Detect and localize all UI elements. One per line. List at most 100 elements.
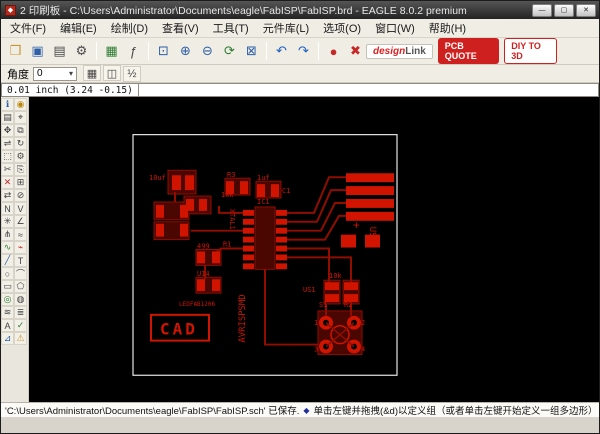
smd-pad[interactable] [156,204,164,218]
grid-button[interactable]: ▦ [83,65,101,82]
smd-pad[interactable] [199,198,207,211]
smd-pad[interactable] [243,236,254,243]
delete-tool[interactable]: ✕ [1,176,14,189]
menu-file[interactable]: 文件(F) [3,19,53,37]
smd-pad[interactable] [243,263,254,270]
rotate-tool[interactable]: ↻ [14,137,27,150]
signal-tool[interactable]: ≋ [1,306,14,319]
menu-library[interactable]: 元件库(L) [256,19,316,37]
angle-dropdown[interactable]: 0 ▾ [33,66,77,81]
circle-tool[interactable]: ○ [1,267,14,280]
change-tool[interactable]: ⚙ [14,150,27,163]
smd-pad[interactable] [243,218,254,225]
smd-pad[interactable] [180,223,188,237]
cut-tool[interactable]: ✂ [1,163,14,176]
smd-pad[interactable] [243,245,254,252]
rect-tool[interactable]: ▭ [1,280,14,293]
smd-pad[interactable] [257,184,265,198]
add-tool[interactable]: ⊞ [14,176,27,189]
move-tool[interactable]: ✥ [1,124,14,137]
mark-tool[interactable]: ⌖ [14,111,27,124]
value-tool[interactable]: V [14,202,27,215]
menu-tools[interactable]: 工具(T) [206,19,256,37]
cam-icon[interactable]: ⚙ [71,41,92,61]
smd-pad[interactable] [344,282,358,291]
via-tool[interactable]: ◎ [1,293,14,306]
smd-pad[interactable] [276,254,287,261]
zoom-select-icon[interactable]: ⊠ [241,41,262,61]
smd-pad[interactable] [276,227,287,234]
zoom-out-icon[interactable]: ⊖ [197,41,218,61]
smd-pad[interactable] [276,245,287,252]
smd-pad[interactable] [197,251,205,264]
zoom-redraw-icon[interactable]: ⟳ [219,41,240,61]
menu-view[interactable]: 查看(V) [155,19,206,37]
copper-trace[interactable] [281,214,346,241]
smd-pad[interactable] [185,175,194,191]
paste-tool[interactable]: ⎘ [14,163,27,176]
board-canvas[interactable]: CAD 10uf R3 10k 1uf C1 IC1 XTAL1 499 R1 U14 LEDFAB1… [29,97,599,402]
smd-pad[interactable] [243,209,254,216]
name-tool[interactable]: N [1,202,14,215]
pcb-quote-button[interactable]: PCB QUOTE [437,38,500,64]
menu-draw[interactable]: 绘制(D) [104,19,155,37]
auto-tool[interactable]: A [1,319,14,332]
component-body[interactable] [254,206,276,270]
info-tool[interactable]: ℹ [1,98,14,111]
text-tool[interactable]: T [14,254,27,267]
group-tool[interactable]: ⬚ [1,150,14,163]
hole-tool[interactable]: ◍ [14,293,27,306]
smd-pad[interactable] [325,282,339,291]
smd-pad[interactable] [243,254,254,261]
undo-icon[interactable]: ↶ [271,41,292,61]
split-tool[interactable]: ⋔ [1,228,14,241]
zoom-in-icon[interactable]: ⊕ [175,41,196,61]
run-ulp-icon[interactable]: ƒ [123,41,144,61]
smd-pad[interactable] [212,251,220,264]
wire-tool[interactable]: ╱ [1,254,14,267]
smd-pad[interactable] [341,234,356,248]
menu-edit[interactable]: 编辑(E) [53,19,104,37]
command-input[interactable] [138,83,599,97]
board-schematic-icon[interactable]: ▦ [101,41,122,61]
cancel-icon[interactable]: ✖ [345,41,366,61]
ripup-tool[interactable]: ⌁ [14,241,27,254]
save-icon[interactable]: ▣ [27,41,48,61]
redo-icon[interactable]: ↷ [293,41,314,61]
smd-pad[interactable] [276,236,287,243]
drc-tool[interactable]: ⊿ [1,332,14,345]
open-icon[interactable]: ❒ [5,41,26,61]
mirror-button[interactable]: ◫ [103,65,121,82]
lock-tool[interactable]: ⊘ [14,189,27,202]
copy-tool[interactable]: ⧉ [14,124,27,137]
smd-pad[interactable] [186,198,194,211]
print-icon[interactable]: ▤ [49,41,70,61]
diy-to-3d-button[interactable]: DIY TO 3D [504,38,557,64]
optimize-tool[interactable]: ≈ [14,228,27,241]
designlink-button[interactable]: designLink [366,43,433,59]
copper-trace[interactable] [281,189,346,223]
smash-tool[interactable]: ✳ [1,215,14,228]
display-tool[interactable]: ▤ [1,111,14,124]
errors-tool[interactable]: ⚠ [14,332,27,345]
smd-pad[interactable] [240,181,248,195]
minimize-button[interactable]: — [532,3,552,17]
copper-trace[interactable] [281,247,330,283]
maximize-button[interactable]: ▢ [554,3,574,17]
smd-pad[interactable] [197,279,205,292]
ratsnest-tool[interactable]: ≣ [14,306,27,319]
close-button[interactable]: ✕ [576,3,596,17]
smd-pad[interactable] [276,218,287,225]
miter-tool[interactable]: ∠ [14,215,27,228]
copper-trace[interactable] [281,176,346,214]
smd-pad[interactable] [271,184,279,198]
smd-pad[interactable] [276,263,287,270]
route-tool[interactable]: ∿ [1,241,14,254]
stop-icon[interactable]: ● [323,41,344,61]
copper-trace[interactable] [281,201,346,232]
smd-pad[interactable] [346,186,394,196]
smd-pad[interactable] [346,173,394,183]
menu-help[interactable]: 帮助(H) [422,19,473,37]
smd-pad[interactable] [212,279,220,292]
erc-tool[interactable]: ✓ [14,319,27,332]
